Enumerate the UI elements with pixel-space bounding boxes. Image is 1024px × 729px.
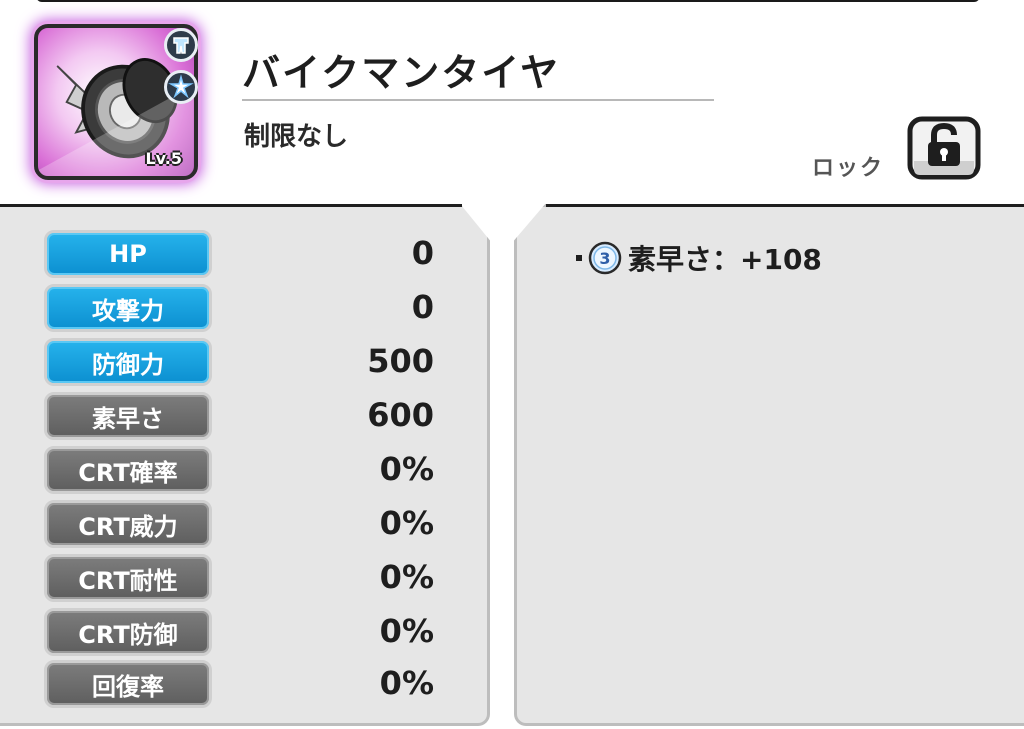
stats-panel-top-edge — [0, 204, 462, 207]
effect-item: 3 素早さ：+108 — [576, 238, 822, 278]
stat-label: HP — [44, 230, 212, 278]
effects-panel — [514, 204, 1024, 726]
unlocked-padlock-icon — [907, 116, 981, 180]
bullet-icon — [576, 255, 582, 261]
stat-label: CRT威力 — [44, 500, 212, 548]
stat-label: CRT確率 — [44, 446, 212, 494]
stat-value: 0 — [411, 234, 434, 272]
item-icon[interactable]: Lv.5 — [28, 22, 204, 182]
stat-row-crt-power: CRT威力 0% — [44, 500, 434, 548]
stat-value: 0% — [379, 664, 434, 702]
item-name: バイクマンタイヤ — [242, 51, 561, 95]
lock-toggle-button[interactable] — [904, 113, 984, 183]
stat-label: 素早さ — [44, 392, 212, 440]
armor-slot-icon — [164, 28, 198, 62]
stat-row-hp: HP 0 — [44, 230, 434, 278]
stat-row-crt-rate: CRT確率 0% — [44, 446, 434, 494]
lock-label: ロック — [812, 156, 885, 181]
stat-value: 500 — [367, 342, 434, 380]
top-bar — [36, 0, 980, 2]
stat-label: 防御力 — [44, 338, 212, 386]
stat-value: 0% — [379, 558, 434, 596]
stat-value: 600 — [367, 396, 434, 434]
stat-label: 攻撃力 — [44, 284, 212, 332]
effects-panel-top-edge — [546, 204, 1024, 207]
stat-row-speed: 素早さ 600 — [44, 392, 434, 440]
stat-row-crt-defense: CRT防御 0% — [44, 608, 434, 656]
stat-label: CRT防御 — [44, 608, 212, 656]
item-restriction: 制限なし — [244, 122, 349, 152]
stat-row-defense: 防御力 500 — [44, 338, 434, 386]
stat-value: 0% — [379, 612, 434, 650]
stat-row-attack: 攻撃力 0 — [44, 284, 434, 332]
tier-number: 3 — [599, 249, 610, 268]
effect-text: 素早さ：+108 — [628, 243, 822, 276]
stat-label: 回復率 — [44, 660, 212, 708]
speed-attribute-icon — [164, 70, 198, 104]
stat-row-recovery: 回復率 0% — [44, 660, 434, 708]
stat-value: 0 — [411, 288, 434, 326]
stat-row-crt-resistance: CRT耐性 0% — [44, 554, 434, 602]
stat-value: 0% — [379, 450, 434, 488]
stat-value: 0% — [379, 504, 434, 542]
tier-badge-icon: 3 — [588, 241, 622, 275]
name-divider — [242, 99, 714, 101]
stat-label: CRT耐性 — [44, 554, 212, 602]
level-badge: Lv.5 — [145, 149, 182, 168]
